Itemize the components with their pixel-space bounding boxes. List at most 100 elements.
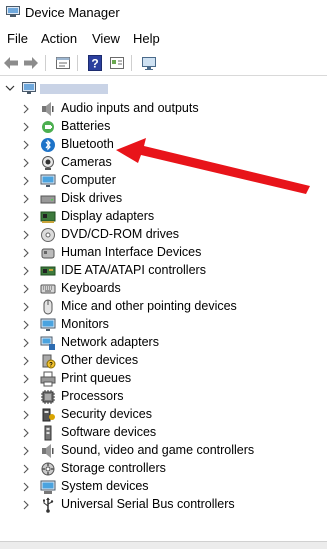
tree-node-label: Other devices	[61, 353, 139, 367]
keyboard-icon	[40, 284, 56, 294]
tree-node-label: Network adapters	[61, 335, 159, 349]
tree-node-label: Monitors	[61, 317, 109, 331]
tree-node[interactable]: Display adapters	[0, 208, 327, 226]
chevron-right-icon[interactable]	[22, 482, 30, 492]
printer-icon	[40, 371, 56, 387]
processor-icon	[41, 390, 55, 404]
chevron-right-icon[interactable]	[22, 446, 30, 456]
menu-file[interactable]: File	[7, 31, 28, 46]
tree-node-label: Display adapters	[61, 209, 155, 223]
chevron-right-icon[interactable]	[22, 464, 30, 474]
chevron-right-icon[interactable]	[22, 428, 30, 438]
tree-node[interactable]: Cameras	[0, 154, 327, 172]
tree-node[interactable]: Storage controllers	[0, 460, 327, 478]
storage-controller-icon	[41, 462, 55, 476]
chevron-right-icon[interactable]	[22, 266, 30, 276]
chevron-right-icon[interactable]	[22, 338, 30, 348]
dvd-drive-icon	[41, 228, 55, 242]
chevron-right-icon[interactable]	[22, 320, 30, 330]
tree-node-label: System devices	[61, 479, 149, 493]
camera-icon	[42, 156, 54, 170]
tree-node[interactable]: Security devices	[0, 406, 327, 424]
tree-node[interactable]: Processors	[0, 388, 327, 406]
chevron-right-icon[interactable]	[22, 104, 30, 114]
tree-node[interactable]: Software devices	[0, 424, 327, 442]
chevron-right-icon[interactable]	[22, 230, 30, 240]
toolbar-separator	[131, 55, 132, 71]
tree-root[interactable]	[0, 80, 327, 98]
tree-node[interactable]: Audio inputs and outputs	[0, 100, 327, 118]
back-arrow-icon[interactable]	[3, 55, 19, 71]
tree-node[interactable]: Universal Serial Bus controllers	[0, 496, 327, 514]
chevron-right-icon[interactable]	[22, 176, 30, 186]
software-device-icon	[44, 425, 52, 441]
update-driver-icon[interactable]	[109, 55, 125, 71]
tree-node-label: Batteries	[61, 119, 111, 133]
help-icon[interactable]: ?	[87, 55, 103, 71]
chevron-right-icon[interactable]	[22, 500, 30, 510]
properties-icon[interactable]	[55, 55, 71, 71]
monitor-icon	[40, 174, 56, 187]
tree-node-label: DVD/CD-ROM drives	[61, 227, 180, 241]
battery-icon	[42, 121, 54, 133]
mouse-icon	[43, 299, 53, 315]
tree-node-label: Software devices	[61, 425, 157, 439]
computer-name-redacted	[40, 84, 108, 94]
chevron-right-icon[interactable]	[22, 302, 30, 312]
tree-node[interactable]: Bluetooth	[0, 136, 327, 154]
tree-node-label: Computer	[61, 173, 116, 187]
tree-node[interactable]: Human Interface Devices	[0, 244, 327, 262]
chevron-right-icon[interactable]	[22, 356, 30, 366]
chevron-right-icon[interactable]	[22, 284, 30, 294]
tree-node[interactable]: ? Other devices	[0, 352, 327, 370]
tree-node-label: Bluetooth	[61, 137, 114, 151]
tree-node-label: Universal Serial Bus controllers	[61, 497, 235, 511]
chevron-right-icon[interactable]	[22, 158, 30, 168]
menu-action[interactable]: Action	[41, 31, 77, 46]
tree-node-label: Sound, video and game controllers	[61, 443, 255, 457]
svg-text:?: ?	[91, 57, 98, 71]
tree-node[interactable]: Computer	[0, 172, 327, 190]
network-adapter-icon	[40, 336, 55, 350]
scan-monitor-icon[interactable]	[141, 55, 157, 71]
tree-node[interactable]: Batteries	[0, 118, 327, 136]
toolbar-separator	[77, 55, 78, 71]
tree-node-label: Disk drives	[61, 191, 123, 205]
system-device-icon	[40, 480, 56, 494]
tree-node[interactable]: Network adapters	[0, 334, 327, 352]
menu-help[interactable]: Help	[133, 31, 160, 46]
tree-node[interactable]: IDE ATA/ATAPI controllers	[0, 262, 327, 280]
ide-controller-icon	[40, 266, 56, 276]
tree-node[interactable]: Sound, video and game controllers	[0, 442, 327, 460]
chevron-right-icon[interactable]	[22, 248, 30, 258]
chevron-right-icon[interactable]	[22, 122, 30, 132]
chevron-down-icon[interactable]	[5, 83, 15, 93]
tree-node-label: Print queues	[61, 371, 132, 385]
forward-arrow-icon[interactable]	[23, 55, 39, 71]
chevron-right-icon[interactable]	[22, 212, 30, 222]
device-manager-icon	[6, 6, 20, 17]
tree-node[interactable]: Disk drives	[0, 190, 327, 208]
chevron-right-icon[interactable]	[22, 140, 30, 150]
toolbar: ?	[0, 51, 327, 76]
security-device-icon	[42, 408, 55, 422]
tree-node-label: Cameras	[61, 155, 112, 169]
tree-node-label: Processors	[61, 389, 124, 403]
chevron-right-icon[interactable]	[22, 392, 30, 402]
tree-node-label: Human Interface Devices	[61, 245, 202, 259]
tree-node[interactable]: Monitors	[0, 316, 327, 334]
tree-node[interactable]: Keyboards	[0, 280, 327, 298]
tree-node[interactable]: Mice and other pointing devices	[0, 298, 327, 316]
tree-node[interactable]: DVD/CD-ROM drives	[0, 226, 327, 244]
menu-view[interactable]: View	[92, 31, 120, 46]
display-adapter-icon	[40, 211, 56, 223]
chevron-right-icon[interactable]	[22, 410, 30, 420]
disk-drive-icon	[40, 195, 56, 204]
tree-node[interactable]: System devices	[0, 478, 327, 496]
sound-controller-icon	[42, 444, 54, 458]
tree-node[interactable]: Print queues	[0, 370, 327, 388]
chevron-right-icon[interactable]	[22, 374, 30, 384]
tree-node-label: Keyboards	[61, 281, 121, 295]
chevron-right-icon[interactable]	[22, 194, 30, 204]
toolbar-separator	[45, 55, 46, 71]
